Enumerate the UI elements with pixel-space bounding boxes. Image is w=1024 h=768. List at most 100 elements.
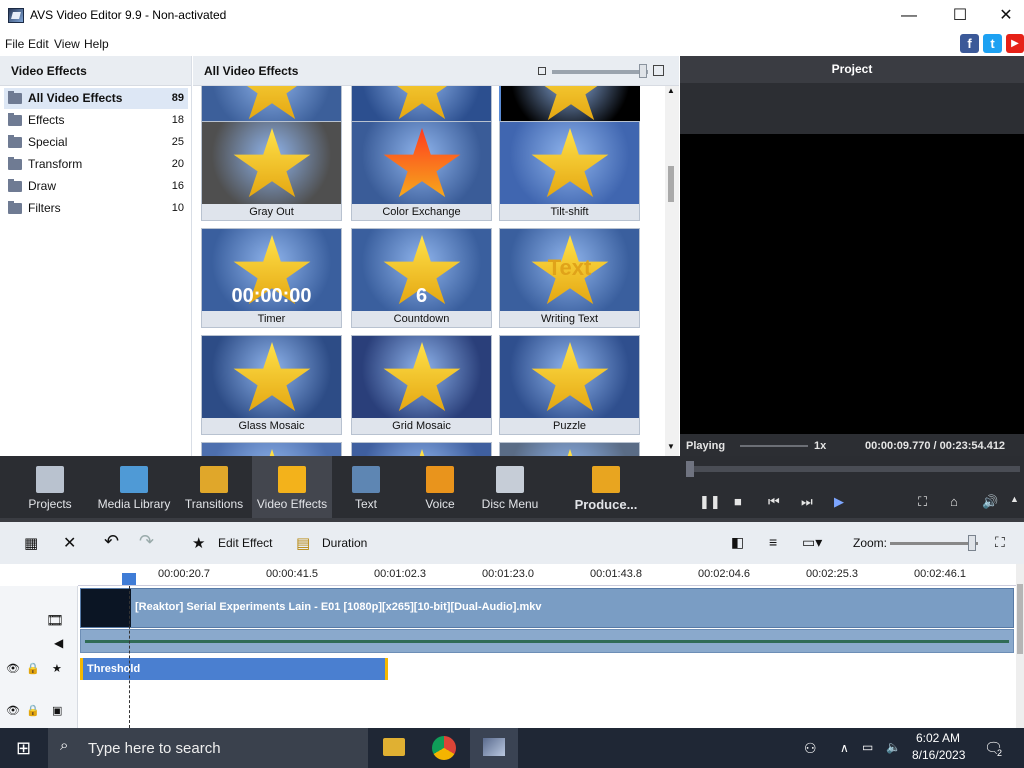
scroll-thumb[interactable] <box>668 166 674 202</box>
aspect-ratio-icon[interactable]: ▭▾ <box>802 534 822 551</box>
thumbnail-size-slider[interactable] <box>552 70 648 74</box>
projects-button[interactable]: Projects <box>10 456 90 518</box>
clock-date[interactable]: 8/16/2023 <box>912 748 965 762</box>
effect-tile[interactable]: Tilt-shift <box>499 121 640 221</box>
category-item[interactable]: Effects 18 <box>4 110 188 131</box>
lock-icon[interactable]: 🔒 <box>26 662 40 675</box>
volume-slider[interactable] <box>740 445 808 447</box>
effect-thumbnail <box>500 443 639 456</box>
category-item[interactable]: Transform 20 <box>4 154 188 175</box>
edit-effect-button[interactable]: Edit Effect <box>218 536 272 550</box>
lock-icon[interactable]: 🔒 <box>26 704 40 717</box>
menu-view[interactable]: View <box>54 37 80 51</box>
facebook-icon[interactable]: f <box>960 34 979 53</box>
effect-tile[interactable]: 00:00:00 Timer <box>201 228 342 328</box>
voice-button[interactable]: Voice <box>400 456 480 518</box>
effect-tile[interactable] <box>499 442 640 456</box>
redo-icon[interactable]: ↷ <box>139 531 154 552</box>
category-item[interactable]: Special 25 <box>4 132 188 153</box>
split-icon[interactable]: ◧ <box>731 534 744 551</box>
timeline-scrollbar[interactable] <box>1016 564 1024 728</box>
snapshot-icon[interactable]: ⌂ <box>950 494 958 509</box>
category-item[interactable]: Draw 16 <box>4 176 188 197</box>
small-size-icon[interactable] <box>538 67 546 75</box>
timeline-ruler[interactable]: 00:00:20.7 00:00:41.5 00:01:02.3 00:01:23.0… <box>78 564 1016 586</box>
audio-waveform-clip[interactable] <box>80 629 1014 653</box>
effect-tile[interactable] <box>201 442 342 456</box>
storyboard-toggle-icon[interactable]: ▦ <box>24 534 38 552</box>
more-arrow-icon[interactable]: ▲ <box>1010 494 1019 504</box>
preview-seek-bar[interactable] <box>690 466 1020 472</box>
seek-handle[interactable] <box>686 461 694 477</box>
effect-overlay-text: Text <box>547 255 592 280</box>
avs-taskbar-button[interactable] <box>470 728 518 768</box>
play-range-icon[interactable]: ▶ <box>834 494 844 510</box>
taskbar-search-box[interactable]: ⌕ Type here to search <box>48 728 368 768</box>
playback-speed[interactable]: 1x <box>814 440 826 452</box>
effect-tile[interactable]: 6 Countdown <box>351 228 492 328</box>
delete-icon[interactable]: ✕ <box>63 533 76 553</box>
effect-clip[interactable]: Threshold <box>80 658 388 680</box>
network-icon[interactable]: ▭ <box>862 740 873 754</box>
timeline-scroll-thumb[interactable] <box>1017 584 1023 654</box>
twitter-icon[interactable]: t <box>983 34 1002 53</box>
pause-icon[interactable]: ❚❚ <box>699 494 721 510</box>
category-item[interactable]: Filters 10 <box>4 198 188 219</box>
transitions-button[interactable]: Transitions <box>174 456 254 518</box>
large-size-icon[interactable] <box>653 65 664 76</box>
toolbar-label: Disc Menu <box>481 497 539 511</box>
gallery-scrollbar[interactable]: ▲ ▼ <box>665 86 679 456</box>
visibility-eye-icon[interactable]: 👁 <box>6 662 20 675</box>
effect-tile[interactable]: Puzzle <box>499 335 640 435</box>
toolbar-label: Media Library <box>97 497 171 511</box>
effect-tile[interactable]: Color Exchange <box>351 121 492 221</box>
show-hidden-icons-icon[interactable]: ∧ <box>840 741 849 755</box>
zoom-slider[interactable] <box>890 542 978 545</box>
size-slider-handle[interactable] <box>639 64 647 78</box>
previous-frame-icon[interactable]: ⏮ <box>768 494 780 510</box>
menu-help[interactable]: Help <box>84 37 109 51</box>
category-item[interactable]: All Video Effects 89 <box>4 88 188 109</box>
duration-icon[interactable]: ▤ <box>296 534 310 552</box>
stop-icon[interactable]: ■ <box>734 494 742 509</box>
zoom-slider-handle[interactable] <box>968 535 976 551</box>
visibility-eye-icon[interactable]: 👁 <box>6 704 20 717</box>
people-icon[interactable]: ⚇ <box>804 740 817 757</box>
scroll-down-arrow[interactable]: ▼ <box>667 442 675 451</box>
category-panel-header: Video Effects <box>0 56 191 86</box>
effect-tile[interactable]: Gray Out <box>201 121 342 221</box>
media-library-button[interactable]: Media Library <box>94 456 174 518</box>
scroll-up-arrow[interactable]: ▲ <box>667 86 675 95</box>
effect-tile[interactable]: Glass Mosaic <box>201 335 342 435</box>
minimize-button[interactable]: — <box>886 0 932 31</box>
volume-icon[interactable]: 🔊 <box>982 494 998 510</box>
maximize-button[interactable]: ☐ <box>937 0 983 31</box>
audio-mixer-icon[interactable]: ≡ <box>769 534 777 550</box>
effect-tile[interactable] <box>351 442 492 456</box>
menu-file[interactable]: File <box>5 37 24 51</box>
timeline-toolbar: ▦ ✕ ↶ ↷ ★ Edit Effect ▤ Duration ◧ ≡ ▭▾ … <box>0 518 1024 564</box>
edit-effect-icon[interactable]: ★ <box>192 534 205 552</box>
file-explorer-icon[interactable] <box>383 738 405 756</box>
effect-tile[interactable]: Text Writing Text <box>499 228 640 328</box>
fit-timeline-icon[interactable]: ⛶ <box>995 534 1005 551</box>
clock-time[interactable]: 6:02 AM <box>916 731 960 745</box>
playhead-marker[interactable] <box>122 573 136 585</box>
video-effects-button[interactable]: Video Effects <box>252 456 332 518</box>
next-frame-icon[interactable]: ⏭ <box>801 494 813 510</box>
chrome-icon[interactable] <box>432 736 456 760</box>
star-icon <box>383 342 461 412</box>
duration-button[interactable]: Duration <box>322 536 367 550</box>
windows-start-icon[interactable]: ⊞ <box>16 738 31 759</box>
undo-icon[interactable]: ↶ <box>104 531 119 552</box>
produce-button[interactable]: Produce... <box>566 456 646 518</box>
close-button[interactable]: ✕ <box>983 0 1024 31</box>
fullscreen-icon[interactable]: ⛶ <box>918 494 927 510</box>
video-clip[interactable]: [Reaktor] Serial Experiments Lain - E01 … <box>80 588 1014 628</box>
text-button[interactable]: Text <box>326 456 406 518</box>
disc-menu-button[interactable]: Disc Menu <box>470 456 550 518</box>
speaker-icon[interactable]: 🔈 <box>886 740 901 754</box>
youtube-icon[interactable]: ▶ <box>1006 34 1024 53</box>
menu-edit[interactable]: Edit <box>28 37 49 51</box>
effect-tile[interactable]: Grid Mosaic <box>351 335 492 435</box>
